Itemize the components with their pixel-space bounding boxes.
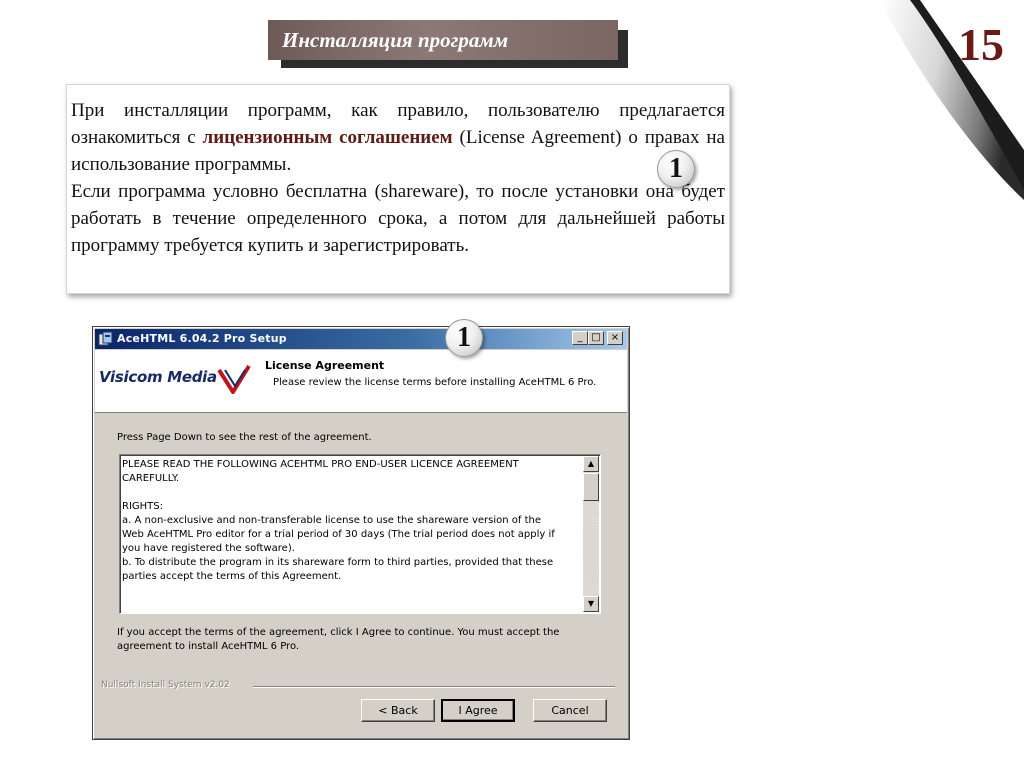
callout-badge-text: 1: [657, 150, 695, 188]
separator-line: [253, 686, 615, 688]
scroll-thumb[interactable]: [583, 473, 599, 501]
slide-title: Инсталляция программ: [268, 20, 618, 60]
page-number: 15: [958, 19, 1004, 70]
close-button[interactable]: ×: [607, 331, 623, 345]
header-subtitle: Please review the license terms before i…: [273, 377, 597, 388]
accept-instruction: If you accept the terms of the agreement…: [117, 627, 560, 652]
header-title: License Agreement: [265, 359, 385, 372]
paragraph-text-3: Если программа условно бесплатна (sharew…: [71, 181, 725, 256]
maximize-button[interactable]: □: [588, 331, 604, 345]
dialog-header: Visicom Media License Agreement Please r…: [95, 350, 627, 413]
dialog-titlebar[interactable]: AceHTML 6.04.2 Pro Setup _ □ ×: [95, 329, 627, 349]
license-agreement-highlight: лицензионным соглашением: [202, 127, 453, 148]
window-title: AceHTML 6.04.2 Pro Setup: [117, 332, 287, 345]
text-card: При инсталляции программ, как правило, п…: [66, 84, 730, 294]
minimize-button[interactable]: _: [572, 331, 588, 345]
page-down-hint: Press Page Down to see the rest of the a…: [117, 432, 372, 443]
description-paragraph: При инсталляции программ, как правило, п…: [71, 97, 725, 259]
scroll-up-icon[interactable]: ▲: [583, 456, 599, 472]
installer-app-icon: [98, 331, 113, 346]
nsis-version-label: Nullsoft Install System v2.02: [101, 680, 230, 690]
visicom-media-logo: Visicom Media: [99, 368, 217, 386]
scroll-down-icon[interactable]: ▼: [583, 596, 599, 612]
setup-dialog: AceHTML 6.04.2 Pro Setup _ □ × Visicom M…: [92, 326, 630, 740]
i-agree-button[interactable]: I Agree: [441, 699, 515, 722]
license-scrollbar[interactable]: ▲ ▼: [583, 456, 599, 612]
license-text: PLEASE READ THE FOLLOWING ACEHTML PRO EN…: [122, 459, 555, 582]
license-textbox[interactable]: PLEASE READ THE FOLLOWING ACEHTML PRO EN…: [119, 454, 601, 614]
cancel-button[interactable]: Cancel: [533, 699, 607, 722]
back-button[interactable]: < Back: [361, 699, 435, 722]
dialog-callout-badge: 1: [445, 319, 483, 357]
visicom-logo-mark-icon: [217, 364, 251, 394]
